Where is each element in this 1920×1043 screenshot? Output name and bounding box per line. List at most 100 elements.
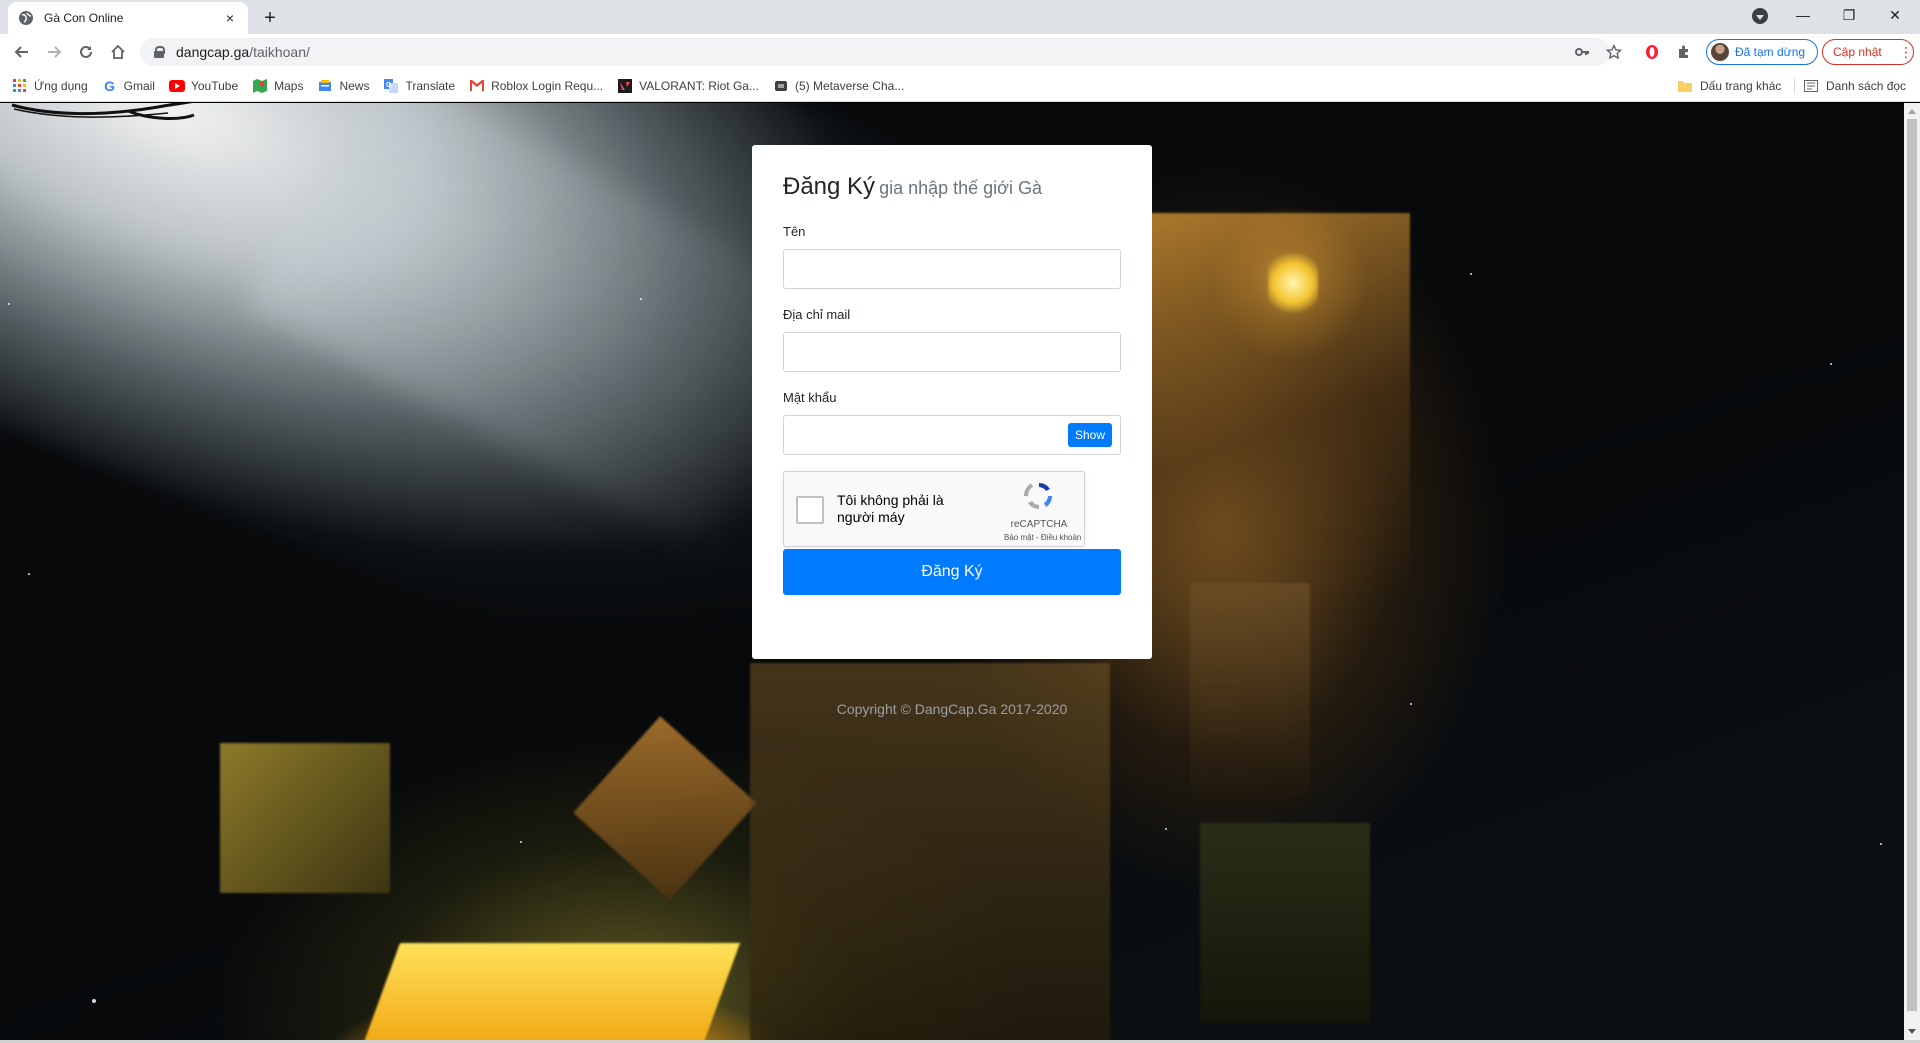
name-field-wrapper [783,248,1121,289]
bookmark-label: (5) Metaverse Cha... [794,78,905,93]
bookmarks-bar: Ứng dụng G Gmail YouTube Maps News G Tra… [0,70,1920,102]
reload-icon[interactable] [74,40,98,64]
background-block [750,663,1110,1040]
password-label: Mật khẩu [783,389,837,405]
star [1880,843,1882,845]
recaptcha-widget: Tôi không phải là người máy reCAPTCHA Bả… [783,470,1085,547]
page-background: Đăng Ký gia nhập thế giới Gà Tên Địa chỉ … [0,103,1904,1040]
new-tab-icon[interactable]: + [258,6,282,30]
star [1470,273,1472,275]
bookmark-metaverse[interactable]: (5) Metaverse Cha... [773,74,904,98]
bookmark-label: Ứng dụng [34,78,88,93]
url-path: /taikhoan/ [249,44,310,60]
star [1410,703,1412,705]
restore-icon[interactable]: ❐ [1826,0,1872,30]
site-logo[interactable] [8,103,198,123]
bookmark-label: Maps [274,78,304,93]
key-icon[interactable] [1572,42,1592,62]
scrollbar-thumb[interactable] [1907,119,1917,1011]
window-close-icon[interactable]: ✕ [1872,0,1918,30]
bookmark-apps[interactable]: Ứng dụng [12,74,88,98]
recaptcha-terms-link[interactable]: Bảo mật - Điều khoản [1004,533,1081,542]
register-button[interactable]: Đăng Ký [783,548,1121,595]
form-heading: Đăng Ký gia nhập thế giới Gà [783,173,1121,202]
show-password-button[interactable]: Show [1068,422,1112,447]
tab-close-icon[interactable]: × [222,10,238,26]
email-field-wrapper [783,331,1121,372]
bookmark-youtube[interactable]: YouTube [168,74,239,98]
scroll-down-icon[interactable] [1908,1029,1916,1034]
svg-text:G: G [386,82,392,89]
minimize-icon[interactable]: — [1780,0,1826,30]
home-icon[interactable] [106,40,130,64]
bookmark-label: Gmail [123,78,155,93]
other-bookmarks-label: Dấu trang khác [1700,79,1782,93]
star [1165,828,1167,830]
form-title: Đăng Ký [783,173,876,200]
address-bar[interactable]: dangcap.ga/taikhoan/ [140,38,1610,66]
bookmark-label: Translate [405,78,456,93]
background-block [1200,823,1370,1023]
google-icon: G [104,77,116,94]
bookmark-valorant[interactable]: VALORANT: Riot Ga... [617,74,759,98]
forward-icon[interactable] [42,40,66,64]
apps-icon [12,78,28,94]
recaptcha-logo: reCAPTCHA Bảo mật - Điều khoản [1004,480,1081,542]
register-card: Đăng Ký gia nhập thế giới Gà Tên Địa chỉ … [752,145,1152,659]
bookmarks-divider [1794,78,1795,94]
back-icon[interactable] [10,40,34,64]
page-icon [773,78,789,94]
scroll-up-icon[interactable] [1908,109,1916,114]
tab-title: Gà Con Online [44,11,124,25]
email-label: Địa chỉ mail [783,306,851,322]
other-bookmarks[interactable]: Dấu trang khác [1678,74,1781,98]
star [28,573,30,575]
star [520,841,522,843]
bookmark-label: VALORANT: Riot Ga... [639,78,759,93]
menu-icon: ⋮ [1899,43,1913,60]
bookmark-news[interactable]: News [317,74,369,98]
bookmark-maps[interactable]: Maps [252,74,303,98]
password-input[interactable] [784,415,1064,454]
recaptcha-icon [1023,482,1053,509]
maps-icon [252,78,268,94]
tab-search-icon[interactable] [1752,8,1768,24]
extensions-icon[interactable] [1674,42,1694,62]
valorant-icon [617,78,633,94]
background-block [1190,583,1310,803]
reading-list-icon [1804,78,1820,94]
profile-button[interactable]: Đã tạm dừng [1706,39,1818,65]
tab-active[interactable]: Gà Con Online × [8,2,248,34]
bookmark-roblox-login[interactable]: Roblox Login Requ... [469,74,603,98]
bookmark-translate[interactable]: G Translate [383,74,455,98]
bookmark-gmail-google[interactable]: G Gmail [102,74,155,98]
bookmark-label: YouTube [190,78,239,93]
update-label: Cập nhật [1833,45,1882,59]
star [1830,363,1832,365]
update-button[interactable]: Cập nhật ⋮ [1822,39,1914,65]
bookmark-label: Roblox Login Requ... [491,78,604,93]
lock-icon [154,46,165,58]
torch-glow [1268,253,1318,313]
gmail-icon [469,78,485,94]
email-input[interactable] [784,332,1120,371]
reading-list[interactable]: Danh sách đọc [1804,74,1906,98]
profile-label: Đã tạm dừng [1735,45,1806,59]
password-field-wrapper: Show [783,414,1121,455]
star [8,303,10,305]
globe-icon [18,10,34,26]
background-block [220,743,390,893]
recaptcha-checkbox[interactable] [796,495,824,524]
news-icon [317,78,333,94]
recaptcha-text: Tôi không phải là người máy [837,491,944,525]
star [92,999,96,1003]
name-label: Tên [783,223,806,239]
opera-icon[interactable] [1642,42,1662,62]
recaptcha-brand: reCAPTCHA [1010,518,1068,530]
background-block [573,716,757,900]
star-icon[interactable] [1604,42,1624,62]
translate-icon: G [383,78,399,94]
avatar [1711,43,1729,61]
vertical-scrollbar[interactable] [1904,103,1920,1040]
name-input[interactable] [784,249,1120,288]
